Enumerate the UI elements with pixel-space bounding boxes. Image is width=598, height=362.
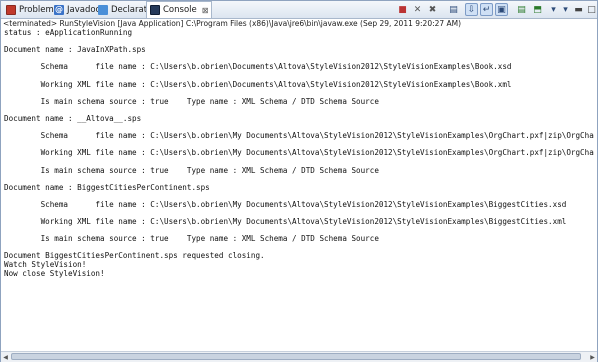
horizontal-scrollbar[interactable]: ◀ ▶ (1, 351, 597, 362)
console-icon (150, 5, 160, 15)
javadoc-icon: @ (54, 4, 64, 15)
console-line: Working XML file name : C:\Users\b.obrie… (4, 79, 512, 89)
console-line: Working XML file name : C:\Users\b.obrie… (4, 217, 567, 227)
view-tab-bar: Problems @ Javadoc Declaration Console ⊠… (1, 1, 597, 19)
scroll-right-icon[interactable]: ▶ (588, 353, 597, 361)
console-line: Schema file name : C:\Users\b.obrien\Doc… (4, 62, 512, 72)
console-line: Working XML file name : C:\Users\b.obrie… (4, 148, 594, 158)
launch-info-line: <terminated> RunStyleVision [Java Applic… (3, 19, 462, 28)
tab-console[interactable]: Console ⊠ (146, 1, 213, 18)
console-line: Document name : BiggestCitiesPerContinen… (4, 182, 210, 192)
console-output[interactable]: status : eApplicationRunning Document nam… (4, 29, 594, 351)
console-line: Is main schema source : true Type name :… (4, 234, 379, 244)
console-line: Document BiggestCitiesPerContinent.sps r… (4, 251, 265, 261)
scroll-left-icon[interactable]: ◀ (1, 353, 10, 361)
maximize-icon[interactable]: □ (585, 3, 598, 16)
remove-launch-icon[interactable]: ✕ (411, 3, 424, 16)
console-line: Schema file name : C:\Users\b.obrien\My … (4, 199, 567, 209)
minimize-icon[interactable]: ▬ (572, 3, 585, 16)
console-line: status : eApplicationRunning (4, 29, 133, 37)
terminate-icon[interactable]: ■ (396, 3, 409, 16)
console-line: Document name : __Altova__.sps (4, 113, 142, 123)
console-line: Is main schema source : true Type name :… (4, 96, 379, 106)
pin-console-icon[interactable]: ⬒ (531, 3, 544, 16)
declaration-icon (98, 4, 108, 15)
console-view: Problems @ Javadoc Declaration Console ⊠… (0, 0, 598, 362)
clear-console-icon[interactable]: ▤ (447, 3, 460, 16)
problems-icon (6, 4, 16, 15)
scroll-lock-icon[interactable]: ⇩ (465, 3, 478, 16)
console-line: Schema file name : C:\Users\b.obrien\My … (4, 131, 594, 141)
show-on-output-icon[interactable]: ▣ (495, 3, 508, 16)
scrollbar-thumb[interactable] (11, 353, 581, 360)
remove-all-terminated-icon[interactable]: ✖ (426, 3, 439, 16)
console-line: Is main schema source : true Type name :… (4, 165, 379, 175)
open-console-icon[interactable]: ▾ (559, 3, 572, 16)
word-wrap-icon[interactable]: ↵ (480, 3, 493, 16)
show-on-error-icon[interactable]: ▤ (515, 3, 528, 16)
tab-label: Console (163, 5, 197, 15)
console-line: Document name : JavaInXPath.sps (4, 45, 146, 55)
close-icon[interactable]: ⊠ (202, 6, 209, 15)
console-line: Now close StyleVision! (4, 268, 105, 278)
